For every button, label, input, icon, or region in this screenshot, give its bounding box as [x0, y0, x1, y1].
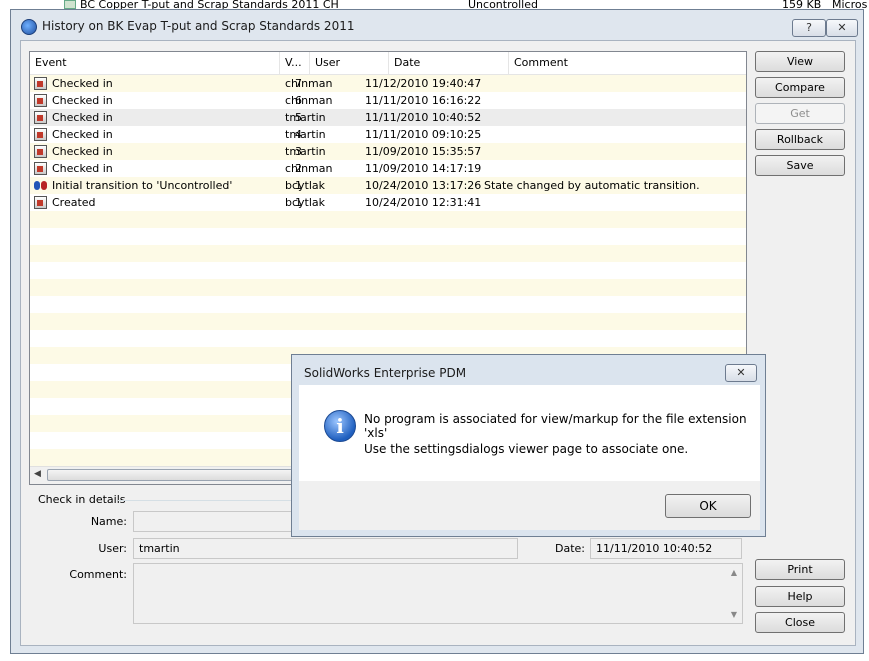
row-date: 11/09/2010 15:35:57	[365, 145, 482, 158]
table-row[interactable]: Checked in 5 tmartin 11/11/2010 10:40:52	[30, 109, 746, 126]
empty-row	[30, 296, 746, 313]
checked-in-icon	[34, 111, 47, 124]
row-user: tmartin	[285, 111, 326, 124]
row-user: bcytlak	[285, 196, 326, 209]
table-row[interactable]: Created 1 bcytlak 10/24/2010 12:31:41	[30, 194, 746, 211]
table-row[interactable]: Initial transition to 'Uncontrolled' 1 b…	[30, 177, 746, 194]
row-date: 10/24/2010 12:31:41	[365, 196, 482, 209]
checkin-details-title: Check in details	[38, 493, 126, 506]
row-date: 11/11/2010 10:40:52	[365, 111, 482, 124]
row-user: chinman	[285, 162, 333, 175]
dialog-title: History on BK Evap T-put and Scrap Stand…	[42, 19, 355, 33]
table-row[interactable]: Checked in 6 chinman 11/11/2010 16:16:22	[30, 92, 746, 109]
table-row[interactable]: Checked in 4 tmartin 11/11/2010 09:10:25	[30, 126, 746, 143]
row-event: Checked in	[52, 77, 113, 90]
row-date: 11/09/2010 14:17:19	[365, 162, 482, 175]
comment-field[interactable]: ▲ ▼	[133, 563, 743, 624]
user-field[interactable]: tmartin	[133, 538, 518, 559]
scroll-up-icon[interactable]: ▲	[731, 568, 737, 577]
row-comment: State changed by automatic transition.	[484, 179, 700, 192]
bg-file-app: Micros	[832, 0, 868, 9]
row-date: 10/24/2010 13:17:26	[365, 179, 482, 192]
row-user: bcytlak	[285, 179, 326, 192]
row-date: 11/12/2010 19:40:47	[365, 77, 482, 90]
col-header-date[interactable]: Date	[389, 52, 509, 74]
message-footer: OK	[299, 481, 760, 530]
message-text-primary: No program is associated for view/markup…	[364, 412, 747, 440]
empty-row	[30, 228, 746, 245]
file-icon	[64, 0, 76, 9]
close-button[interactable]: Close	[755, 612, 845, 633]
row-event: Checked in	[52, 162, 113, 175]
pdm-app-icon	[21, 19, 37, 35]
row-event: Checked in	[52, 145, 113, 158]
transition-icon	[34, 179, 48, 192]
scroll-down-icon[interactable]: ▼	[731, 610, 737, 619]
table-row[interactable]: Checked in 7 chinman 11/12/2010 19:40:47	[30, 75, 746, 92]
empty-row	[30, 330, 746, 347]
row-user: tmartin	[285, 145, 326, 158]
checked-in-icon	[34, 145, 47, 158]
close-title-button[interactable]: ✕	[826, 19, 858, 37]
message-close-button[interactable]: ✕	[725, 364, 757, 382]
table-row[interactable]: Checked in 2 chinman 11/09/2010 14:17:19	[30, 160, 746, 177]
message-title: SolidWorks Enterprise PDM	[304, 366, 467, 380]
user-label: User:	[98, 542, 127, 555]
row-user: chinman	[285, 94, 333, 107]
view-button[interactable]: View	[755, 51, 845, 72]
message-text-secondary: Use the settingsdialogs viewer page to a…	[364, 442, 689, 456]
row-date: 11/11/2010 09:10:25	[365, 128, 482, 141]
rollback-button[interactable]: Rollback	[755, 129, 845, 150]
print-button[interactable]: Print	[755, 559, 845, 580]
comment-label: Comment:	[69, 568, 127, 581]
row-event: Checked in	[52, 94, 113, 107]
date-field[interactable]: 11/11/2010 10:40:52	[590, 538, 742, 559]
row-date: 11/11/2010 16:16:22	[365, 94, 482, 107]
row-event: Checked in	[52, 128, 113, 141]
bg-file-name: BC Copper T-put and Scrap Standards 2011…	[80, 0, 339, 9]
dialog-titlebar: History on BK Evap T-put and Scrap Stand…	[11, 10, 863, 40]
info-icon: i	[324, 410, 356, 442]
checked-in-icon	[34, 94, 47, 107]
name-label: Name:	[90, 515, 127, 528]
scrollbar-thumb[interactable]	[47, 469, 302, 481]
list-header: Event V... User Date Comment	[30, 52, 746, 75]
col-header-comment[interactable]: Comment	[509, 52, 746, 74]
row-user: tmartin	[285, 128, 326, 141]
checked-in-icon	[34, 162, 47, 175]
col-header-version[interactable]: V...	[280, 52, 310, 74]
empty-row	[30, 262, 746, 279]
empty-row	[30, 245, 746, 262]
row-event: Initial transition to 'Uncontrolled'	[52, 179, 233, 192]
row-event: Checked in	[52, 111, 113, 124]
created-icon	[34, 196, 47, 209]
bg-file-size: 159 KB	[782, 0, 822, 9]
row-event: Created	[52, 196, 96, 209]
get-button[interactable]: Get	[755, 103, 845, 124]
checked-in-icon	[34, 77, 47, 90]
table-row[interactable]: Checked in 3 tmartin 11/09/2010 15:35:57	[30, 143, 746, 160]
row-user: chinman	[285, 77, 333, 90]
compare-button[interactable]: Compare	[755, 77, 845, 98]
bg-file-state: Uncontrolled	[468, 0, 538, 9]
date-label: Date:	[555, 542, 585, 555]
empty-row	[30, 279, 746, 296]
save-button[interactable]: Save	[755, 155, 845, 176]
message-dialog: SolidWorks Enterprise PDM ✕ i No program…	[291, 354, 766, 537]
scroll-left-icon[interactable]: ◀	[34, 469, 41, 479]
checked-in-icon	[34, 128, 47, 141]
col-header-user[interactable]: User	[310, 52, 389, 74]
col-header-event[interactable]: Event	[30, 52, 280, 74]
message-body: i No program is associated for view/mark…	[299, 385, 760, 481]
empty-row	[30, 313, 746, 330]
ok-button[interactable]: OK	[665, 494, 751, 518]
help-button[interactable]: Help	[755, 586, 845, 607]
help-title-button[interactable]: ?	[792, 19, 826, 37]
empty-row	[30, 211, 746, 228]
